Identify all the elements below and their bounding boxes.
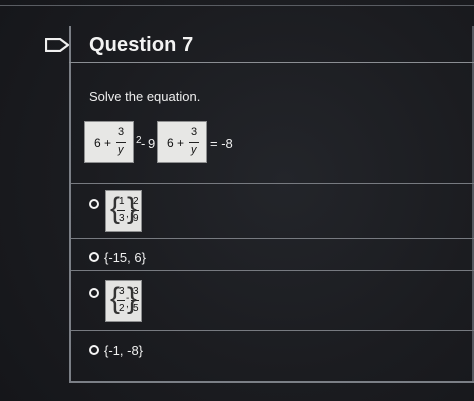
term2-plus: + xyxy=(177,136,185,150)
radio-icon[interactable] xyxy=(89,252,99,262)
top-divider xyxy=(0,5,474,6)
equation-term-2: 6 + 3 y xyxy=(157,121,207,163)
choice-separator xyxy=(71,238,474,239)
radio-icon[interactable] xyxy=(89,288,99,298)
choice-separator xyxy=(71,330,474,331)
question-prompt: Solve the equation. xyxy=(89,89,201,104)
choice-separator xyxy=(71,270,474,271)
equation-term-1: 6 + 3 y xyxy=(84,121,134,163)
equation-coefficient: 9 xyxy=(148,136,156,151)
choice-4-label: {-1, -8} xyxy=(104,343,144,358)
question-title: Question 7 xyxy=(89,34,194,56)
term2-frac-bottom: y xyxy=(191,144,197,156)
choice-3-first-top: 3 xyxy=(119,286,125,297)
equation-minus: - xyxy=(141,136,146,151)
term2-whole: 6 xyxy=(167,136,174,150)
choice-1-first-bar xyxy=(117,210,125,211)
brace-right: } xyxy=(126,192,137,225)
radio-icon[interactable] xyxy=(89,199,99,209)
flag-icon[interactable] xyxy=(45,38,70,52)
term2-frac-top: 3 xyxy=(191,126,198,138)
question-page: Question 7 Solve the equation. 6 + 3 y 2… xyxy=(0,0,474,401)
choice-1-math: { 1 3 , 2 9 } xyxy=(105,190,142,232)
choice-1-first-top: 1 xyxy=(119,196,125,207)
term1-frac-top: 3 xyxy=(118,126,125,138)
choice-3-first-bottom: 2 xyxy=(119,303,125,314)
choice-3-math: { 3 2 , - 3 5 } xyxy=(105,280,142,322)
choice-1-first-bottom: 3 xyxy=(119,213,125,224)
term2-frac-bar xyxy=(189,142,199,143)
equation-rhs: = -8 xyxy=(210,136,233,151)
radio-icon[interactable] xyxy=(89,345,99,355)
header-divider xyxy=(69,62,474,63)
choice-separator xyxy=(71,183,474,184)
equation: 6 + 3 y 2 - 9 6 + 3 y = -8 xyxy=(84,121,254,165)
choice-2-label: {-15, 6} xyxy=(104,250,146,265)
term1-plus: + xyxy=(104,136,112,150)
term1-frac-bar xyxy=(116,142,126,143)
choice-3-first-bar xyxy=(117,300,125,301)
term1-frac-bottom: y xyxy=(118,144,124,156)
brace-right: } xyxy=(126,282,137,315)
term1-whole: 6 xyxy=(94,136,101,150)
